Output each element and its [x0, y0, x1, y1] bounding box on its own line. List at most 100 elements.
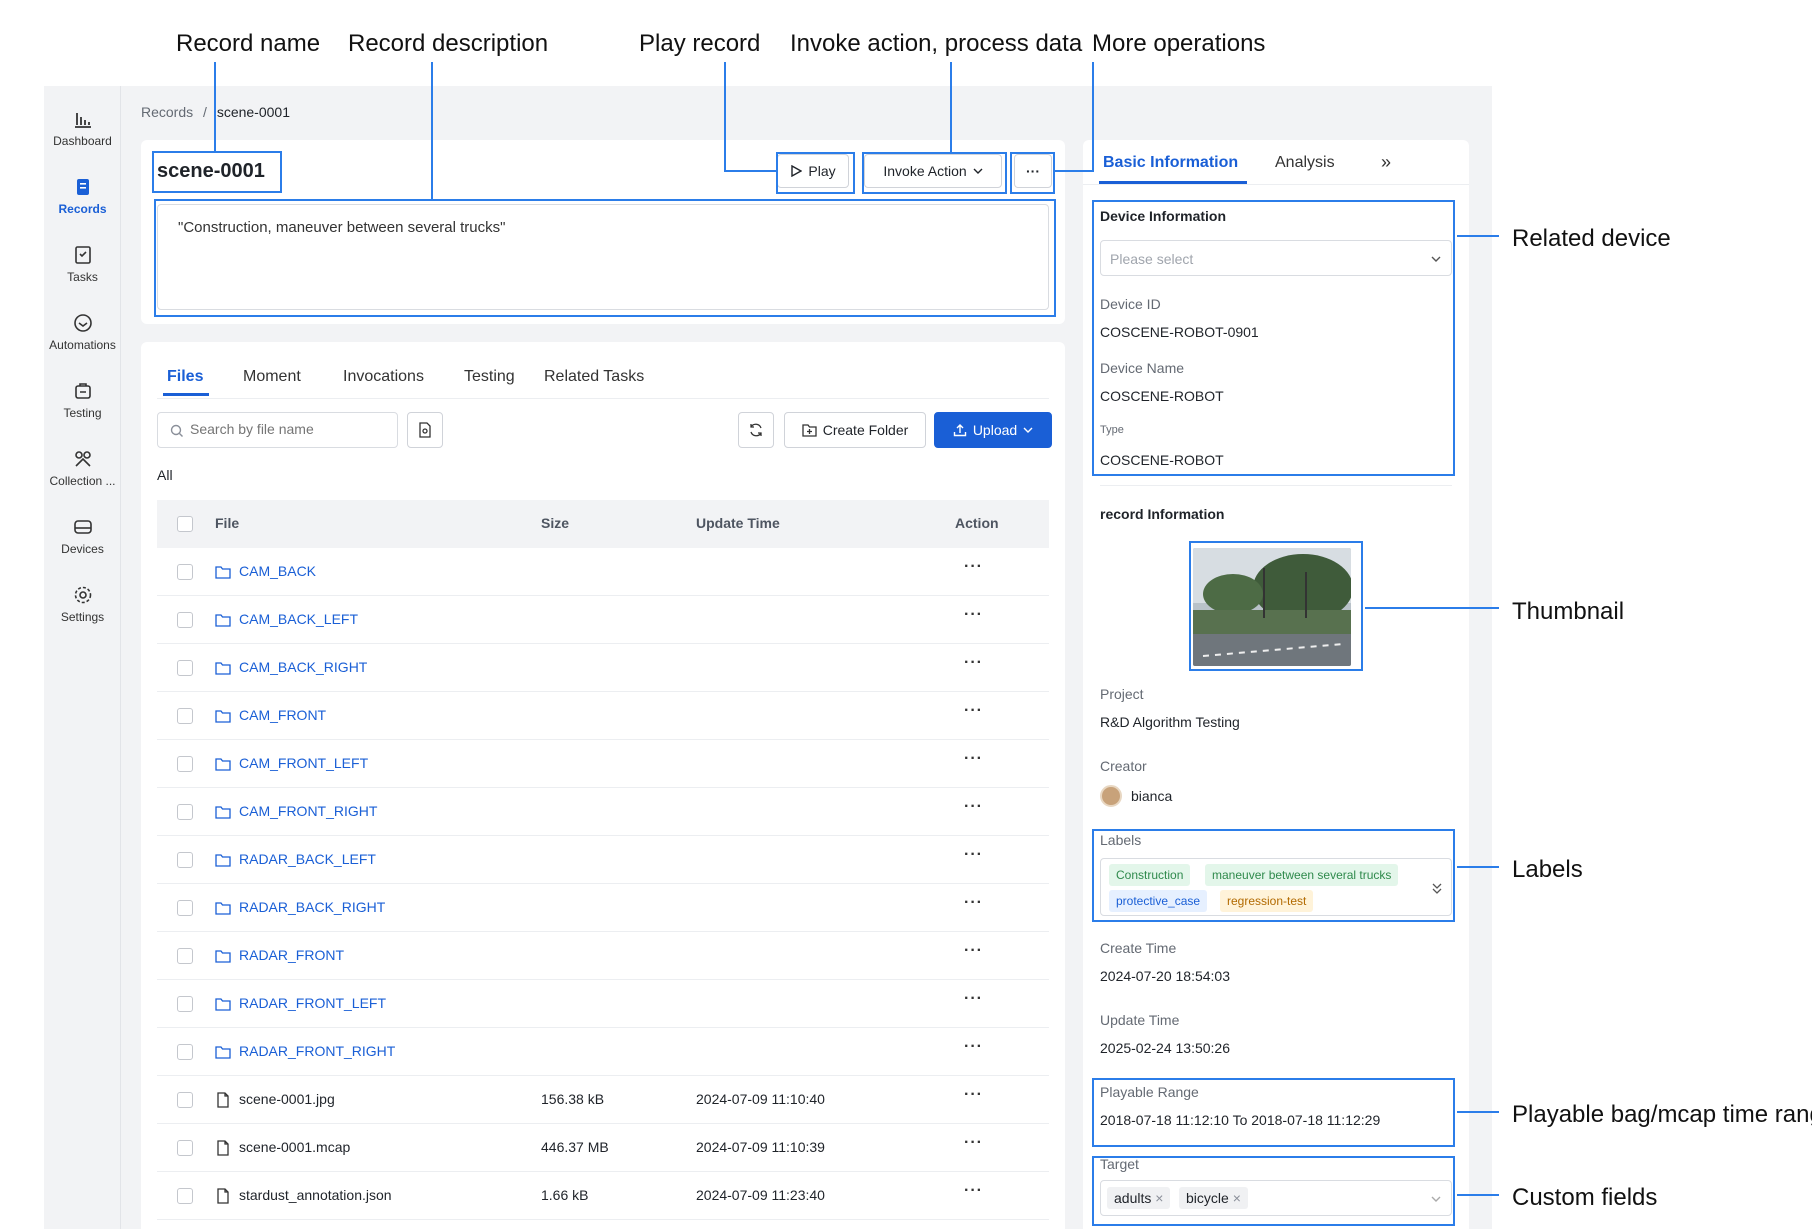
- sidebar-item-records[interactable]: Records: [44, 170, 121, 234]
- sidebar-item-testing[interactable]: Testing: [44, 374, 121, 438]
- tab-related-tasks[interactable]: Related Tasks: [544, 368, 644, 386]
- table-row[interactable]: CAM_FRONT_RIGHT ···: [157, 788, 1049, 836]
- tab-testing[interactable]: Testing: [464, 368, 515, 386]
- tab-basic-information[interactable]: Basic Information: [1103, 154, 1238, 172]
- folder-name-link[interactable]: CAM_BACK: [239, 563, 316, 579]
- row-checkbox[interactable]: [177, 852, 193, 868]
- table-row[interactable]: RADAR_BACK_RIGHT ···: [157, 884, 1049, 932]
- row-checkbox[interactable]: [177, 756, 193, 772]
- folder-name-link[interactable]: CAM_FRONT: [239, 707, 326, 723]
- row-action-menu[interactable]: ···: [964, 1086, 983, 1104]
- folder-name-link[interactable]: RADAR_FRONT: [239, 947, 344, 963]
- folder-name-link[interactable]: RADAR_FRONT_LEFT: [239, 995, 386, 1011]
- sidebar-item-collection[interactable]: Collection ...: [44, 442, 121, 506]
- table-row[interactable]: CAM_BACK ···: [157, 548, 1049, 596]
- file-name[interactable]: scene-0001.jpg: [239, 1091, 335, 1107]
- row-checkbox[interactable]: [177, 1140, 193, 1156]
- row-action-menu[interactable]: ···: [964, 1038, 983, 1056]
- file-update-time: 2024-07-09 11:10:39: [696, 1139, 825, 1155]
- select-all-checkbox[interactable]: [177, 516, 193, 532]
- sidebar-item-automations[interactable]: Automations: [44, 306, 121, 370]
- highlight-related-device: [1092, 200, 1455, 476]
- row-action-menu[interactable]: ···: [964, 702, 983, 720]
- table-row[interactable]: scene-0001.jpg 156.38 kB 2024-07-09 11:10:…: [157, 1076, 1049, 1124]
- table-row[interactable]: CAM_BACK_LEFT ···: [157, 596, 1049, 644]
- tab-files[interactable]: Files: [167, 368, 203, 386]
- row-action-menu[interactable]: ···: [964, 894, 983, 912]
- row-checkbox[interactable]: [177, 1092, 193, 1108]
- search-input-field[interactable]: [190, 421, 390, 437]
- row-action-menu[interactable]: ···: [964, 846, 983, 864]
- connector-more-horz: [1055, 170, 1093, 172]
- sidebar-item-label: Devices: [61, 542, 104, 556]
- refresh-button[interactable]: [738, 412, 774, 448]
- column-size[interactable]: Size: [541, 515, 569, 531]
- row-action-menu[interactable]: ···: [964, 798, 983, 816]
- row-action-menu[interactable]: ···: [964, 558, 983, 576]
- search-input[interactable]: [157, 412, 398, 448]
- table-row[interactable]: scene-0001.mcap 446.37 MB 2024-07-09 11:10…: [157, 1124, 1049, 1172]
- file-search-button[interactable]: [407, 412, 443, 448]
- folder-icon: [215, 566, 231, 579]
- avatar: [1100, 785, 1122, 807]
- folder-name-link[interactable]: CAM_FRONT_RIGHT: [239, 803, 377, 819]
- table-row[interactable]: RADAR_FRONT_RIGHT ···: [157, 1028, 1049, 1076]
- breadcrumb-parent[interactable]: Records: [141, 104, 193, 120]
- sidebar-item-devices[interactable]: Devices: [44, 510, 121, 574]
- row-checkbox[interactable]: [177, 900, 193, 916]
- file-name[interactable]: stardust_annotation.json: [239, 1187, 392, 1203]
- table-row[interactable]: CAM_FRONT ···: [157, 692, 1049, 740]
- row-action-menu[interactable]: ···: [964, 606, 983, 624]
- row-checkbox[interactable]: [177, 660, 193, 676]
- sidebar-item-tasks[interactable]: Tasks: [44, 238, 121, 302]
- table-row[interactable]: RADAR_BACK_LEFT ···: [157, 836, 1049, 884]
- folder-name-link[interactable]: RADAR_BACK_RIGHT: [239, 899, 385, 915]
- project-value[interactable]: R&D Algorithm Testing: [1100, 714, 1240, 730]
- sidebar-item-dashboard[interactable]: Dashboard: [44, 102, 121, 166]
- row-action-menu[interactable]: ···: [964, 1182, 983, 1200]
- row-checkbox[interactable]: [177, 708, 193, 724]
- records-icon: [76, 179, 89, 195]
- row-checkbox[interactable]: [177, 948, 193, 964]
- table-row[interactable]: RADAR_FRONT_LEFT ···: [157, 980, 1049, 1028]
- tab-invocations[interactable]: Invocations: [343, 368, 424, 386]
- upload-icon: [953, 424, 967, 437]
- row-checkbox[interactable]: [177, 1188, 193, 1204]
- collection-icon: [74, 451, 91, 467]
- row-action-menu[interactable]: ···: [964, 654, 983, 672]
- create-folder-button[interactable]: Create Folder: [784, 412, 926, 448]
- column-update-time[interactable]: Update Time: [696, 515, 780, 531]
- table-row[interactable]: RADAR_FRONT ···: [157, 932, 1049, 980]
- row-checkbox[interactable]: [177, 996, 193, 1012]
- sidebar-item-settings[interactable]: Settings: [44, 578, 121, 642]
- upload-button[interactable]: Upload: [934, 412, 1052, 448]
- folder-name-link[interactable]: CAM_BACK_RIGHT: [239, 659, 367, 675]
- file-name[interactable]: scene-0001.mcap: [239, 1139, 350, 1155]
- sidebar-item-label: Collection ...: [49, 474, 116, 488]
- table-row[interactable]: CAM_FRONT_LEFT ···: [157, 740, 1049, 788]
- folder-name-link[interactable]: RADAR_FRONT_RIGHT: [239, 1043, 395, 1059]
- tab-analysis[interactable]: Analysis: [1275, 154, 1335, 172]
- row-checkbox[interactable]: [177, 564, 193, 580]
- table-row[interactable]: stardust_annotation.json 1.66 kB 2024-07-0…: [157, 1172, 1049, 1220]
- highlight-record-name: [152, 151, 282, 193]
- row-checkbox[interactable]: [177, 804, 193, 820]
- tabs-more-icon[interactable]: »: [1381, 152, 1391, 173]
- table-row[interactable]: CAM_BACK_RIGHT ···: [157, 644, 1049, 692]
- row-action-menu[interactable]: ···: [964, 990, 983, 1008]
- folder-icon: [215, 806, 231, 819]
- connector-thumbnail: [1365, 607, 1499, 609]
- folder-name-link[interactable]: RADAR_BACK_LEFT: [239, 851, 376, 867]
- row-action-menu[interactable]: ···: [964, 750, 983, 768]
- column-file[interactable]: File: [215, 515, 239, 531]
- folder-name-link[interactable]: CAM_FRONT_LEFT: [239, 755, 368, 771]
- record-info-section-title: record Information: [1100, 506, 1225, 522]
- chevron-down-icon: [1023, 427, 1033, 433]
- filter-all[interactable]: All: [157, 467, 173, 483]
- tab-moment[interactable]: Moment: [243, 368, 301, 386]
- row-checkbox[interactable]: [177, 612, 193, 628]
- folder-name-link[interactable]: CAM_BACK_LEFT: [239, 611, 358, 627]
- row-action-menu[interactable]: ···: [964, 1134, 983, 1152]
- row-action-menu[interactable]: ···: [964, 942, 983, 960]
- row-checkbox[interactable]: [177, 1044, 193, 1060]
